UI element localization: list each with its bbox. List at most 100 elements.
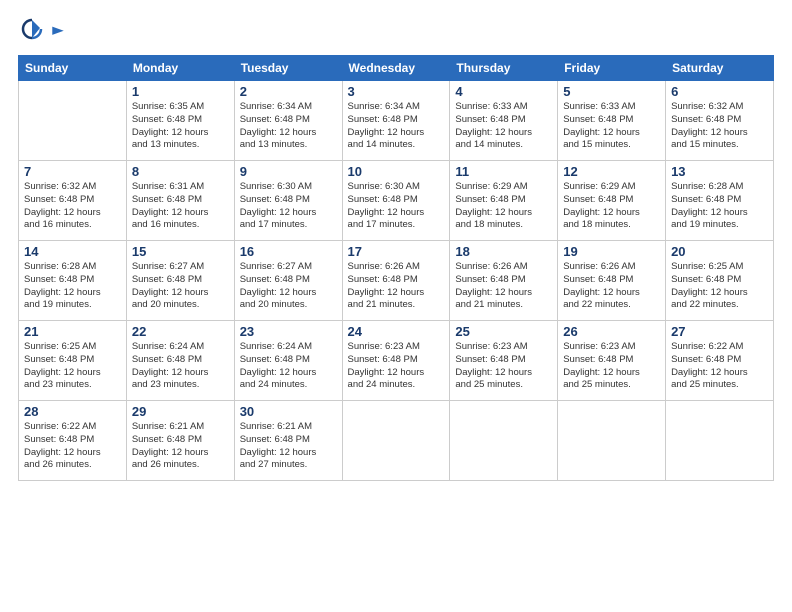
calendar-cell: 28 Sunrise: 6:22 AM Sunset: 6:48 PM Dayl… [19,401,127,481]
daylight-label: Daylight: 12 hours [348,367,425,378]
sunset-label: Sunset: 6:48 PM [563,194,633,205]
sunset-label: Sunset: 6:48 PM [132,194,202,205]
daylight-minutes: and 18 minutes. [455,219,523,230]
calendar-cell: 9 Sunrise: 6:30 AM Sunset: 6:48 PM Dayli… [234,161,342,241]
daylight-minutes: and 16 minutes. [132,219,200,230]
sunrise-label: Sunrise: 6:32 AM [671,101,743,112]
sunrise-label: Sunrise: 6:28 AM [671,181,743,192]
day-number: 20 [671,244,768,259]
daylight-minutes: and 25 minutes. [671,379,739,390]
day-number: 27 [671,324,768,339]
day-info: Sunrise: 6:22 AM Sunset: 6:48 PM Dayligh… [671,341,768,392]
sunrise-label: Sunrise: 6:28 AM [24,261,96,272]
sunset-label: Sunset: 6:48 PM [24,354,94,365]
day-info: Sunrise: 6:26 AM Sunset: 6:48 PM Dayligh… [348,261,445,312]
weekday-header-row: SundayMondayTuesdayWednesdayThursdayFrid… [19,56,774,81]
calendar-cell [342,401,450,481]
day-number: 26 [563,324,660,339]
sunset-label: Sunset: 6:48 PM [455,114,525,125]
sunset-label: Sunset: 6:48 PM [240,194,310,205]
calendar-cell: 13 Sunrise: 6:28 AM Sunset: 6:48 PM Dayl… [666,161,774,241]
sunrise-label: Sunrise: 6:25 AM [24,341,96,352]
daylight-minutes: and 14 minutes. [455,139,523,150]
sunrise-label: Sunrise: 6:23 AM [348,341,420,352]
daylight-minutes: and 20 minutes. [132,299,200,310]
day-info: Sunrise: 6:24 AM Sunset: 6:48 PM Dayligh… [132,341,229,392]
daylight-label: Daylight: 12 hours [348,287,425,298]
daylight-minutes: and 15 minutes. [563,139,631,150]
daylight-label: Daylight: 12 hours [24,207,101,218]
daylight-label: Daylight: 12 hours [240,127,317,138]
logo-area [18,18,67,45]
daylight-minutes: and 18 minutes. [563,219,631,230]
weekday-header-monday: Monday [126,56,234,81]
day-info: Sunrise: 6:34 AM Sunset: 6:48 PM Dayligh… [240,101,337,152]
sunset-label: Sunset: 6:48 PM [348,354,418,365]
sunset-label: Sunset: 6:48 PM [348,114,418,125]
daylight-label: Daylight: 12 hours [455,127,532,138]
day-info: Sunrise: 6:30 AM Sunset: 6:48 PM Dayligh… [240,181,337,232]
day-number: 30 [240,404,337,419]
sunrise-label: Sunrise: 6:26 AM [563,261,635,272]
day-number: 9 [240,164,337,179]
calendar-week-1: 1 Sunrise: 6:35 AM Sunset: 6:48 PM Dayli… [19,81,774,161]
daylight-label: Daylight: 12 hours [671,287,748,298]
calendar-week-2: 7 Sunrise: 6:32 AM Sunset: 6:48 PM Dayli… [19,161,774,241]
weekday-header-thursday: Thursday [450,56,558,81]
sunset-label: Sunset: 6:48 PM [132,114,202,125]
weekday-header-tuesday: Tuesday [234,56,342,81]
calendar-cell: 24 Sunrise: 6:23 AM Sunset: 6:48 PM Dayl… [342,321,450,401]
calendar-cell: 30 Sunrise: 6:21 AM Sunset: 6:48 PM Dayl… [234,401,342,481]
day-number: 8 [132,164,229,179]
daylight-minutes: and 22 minutes. [671,299,739,310]
daylight-minutes: and 17 minutes. [240,219,308,230]
daylight-label: Daylight: 12 hours [671,127,748,138]
calendar-cell: 29 Sunrise: 6:21 AM Sunset: 6:48 PM Dayl… [126,401,234,481]
day-info: Sunrise: 6:34 AM Sunset: 6:48 PM Dayligh… [348,101,445,152]
sunset-label: Sunset: 6:48 PM [24,434,94,445]
day-info: Sunrise: 6:24 AM Sunset: 6:48 PM Dayligh… [240,341,337,392]
calendar-cell: 25 Sunrise: 6:23 AM Sunset: 6:48 PM Dayl… [450,321,558,401]
sunset-label: Sunset: 6:48 PM [455,194,525,205]
day-info: Sunrise: 6:28 AM Sunset: 6:48 PM Dayligh… [671,181,768,232]
calendar-cell: 22 Sunrise: 6:24 AM Sunset: 6:48 PM Dayl… [126,321,234,401]
calendar-cell: 6 Sunrise: 6:32 AM Sunset: 6:48 PM Dayli… [666,81,774,161]
sunset-label: Sunset: 6:48 PM [132,274,202,285]
daylight-minutes: and 24 minutes. [240,379,308,390]
calendar-cell: 4 Sunrise: 6:33 AM Sunset: 6:48 PM Dayli… [450,81,558,161]
day-info: Sunrise: 6:21 AM Sunset: 6:48 PM Dayligh… [132,421,229,472]
calendar-cell: 11 Sunrise: 6:29 AM Sunset: 6:48 PM Dayl… [450,161,558,241]
day-info: Sunrise: 6:29 AM Sunset: 6:48 PM Dayligh… [455,181,552,232]
daylight-label: Daylight: 12 hours [671,367,748,378]
day-info: Sunrise: 6:31 AM Sunset: 6:48 PM Dayligh… [132,181,229,232]
day-info: Sunrise: 6:35 AM Sunset: 6:48 PM Dayligh… [132,101,229,152]
calendar-table: SundayMondayTuesdayWednesdayThursdayFrid… [18,55,774,481]
sunset-label: Sunset: 6:48 PM [24,194,94,205]
sunrise-label: Sunrise: 6:21 AM [240,421,312,432]
daylight-label: Daylight: 12 hours [132,127,209,138]
day-number: 28 [24,404,121,419]
sunrise-label: Sunrise: 6:35 AM [132,101,204,112]
day-info: Sunrise: 6:28 AM Sunset: 6:48 PM Dayligh… [24,261,121,312]
day-info: Sunrise: 6:33 AM Sunset: 6:48 PM Dayligh… [455,101,552,152]
day-info: Sunrise: 6:32 AM Sunset: 6:48 PM Dayligh… [671,101,768,152]
sunrise-label: Sunrise: 6:32 AM [24,181,96,192]
daylight-label: Daylight: 12 hours [455,367,532,378]
daylight-label: Daylight: 12 hours [240,447,317,458]
sunrise-label: Sunrise: 6:21 AM [132,421,204,432]
sunset-label: Sunset: 6:48 PM [132,434,202,445]
daylight-minutes: and 19 minutes. [24,299,92,310]
sunrise-label: Sunrise: 6:29 AM [455,181,527,192]
daylight-label: Daylight: 12 hours [24,447,101,458]
day-info: Sunrise: 6:21 AM Sunset: 6:48 PM Dayligh… [240,421,337,472]
daylight-label: Daylight: 12 hours [455,207,532,218]
daylight-minutes: and 24 minutes. [348,379,416,390]
sunset-label: Sunset: 6:48 PM [671,194,741,205]
logo [18,18,43,45]
sunrise-label: Sunrise: 6:24 AM [240,341,312,352]
sunrise-label: Sunrise: 6:22 AM [24,421,96,432]
day-info: Sunrise: 6:27 AM Sunset: 6:48 PM Dayligh… [240,261,337,312]
daylight-label: Daylight: 12 hours [132,207,209,218]
daylight-minutes: and 25 minutes. [563,379,631,390]
calendar-cell: 16 Sunrise: 6:27 AM Sunset: 6:48 PM Dayl… [234,241,342,321]
